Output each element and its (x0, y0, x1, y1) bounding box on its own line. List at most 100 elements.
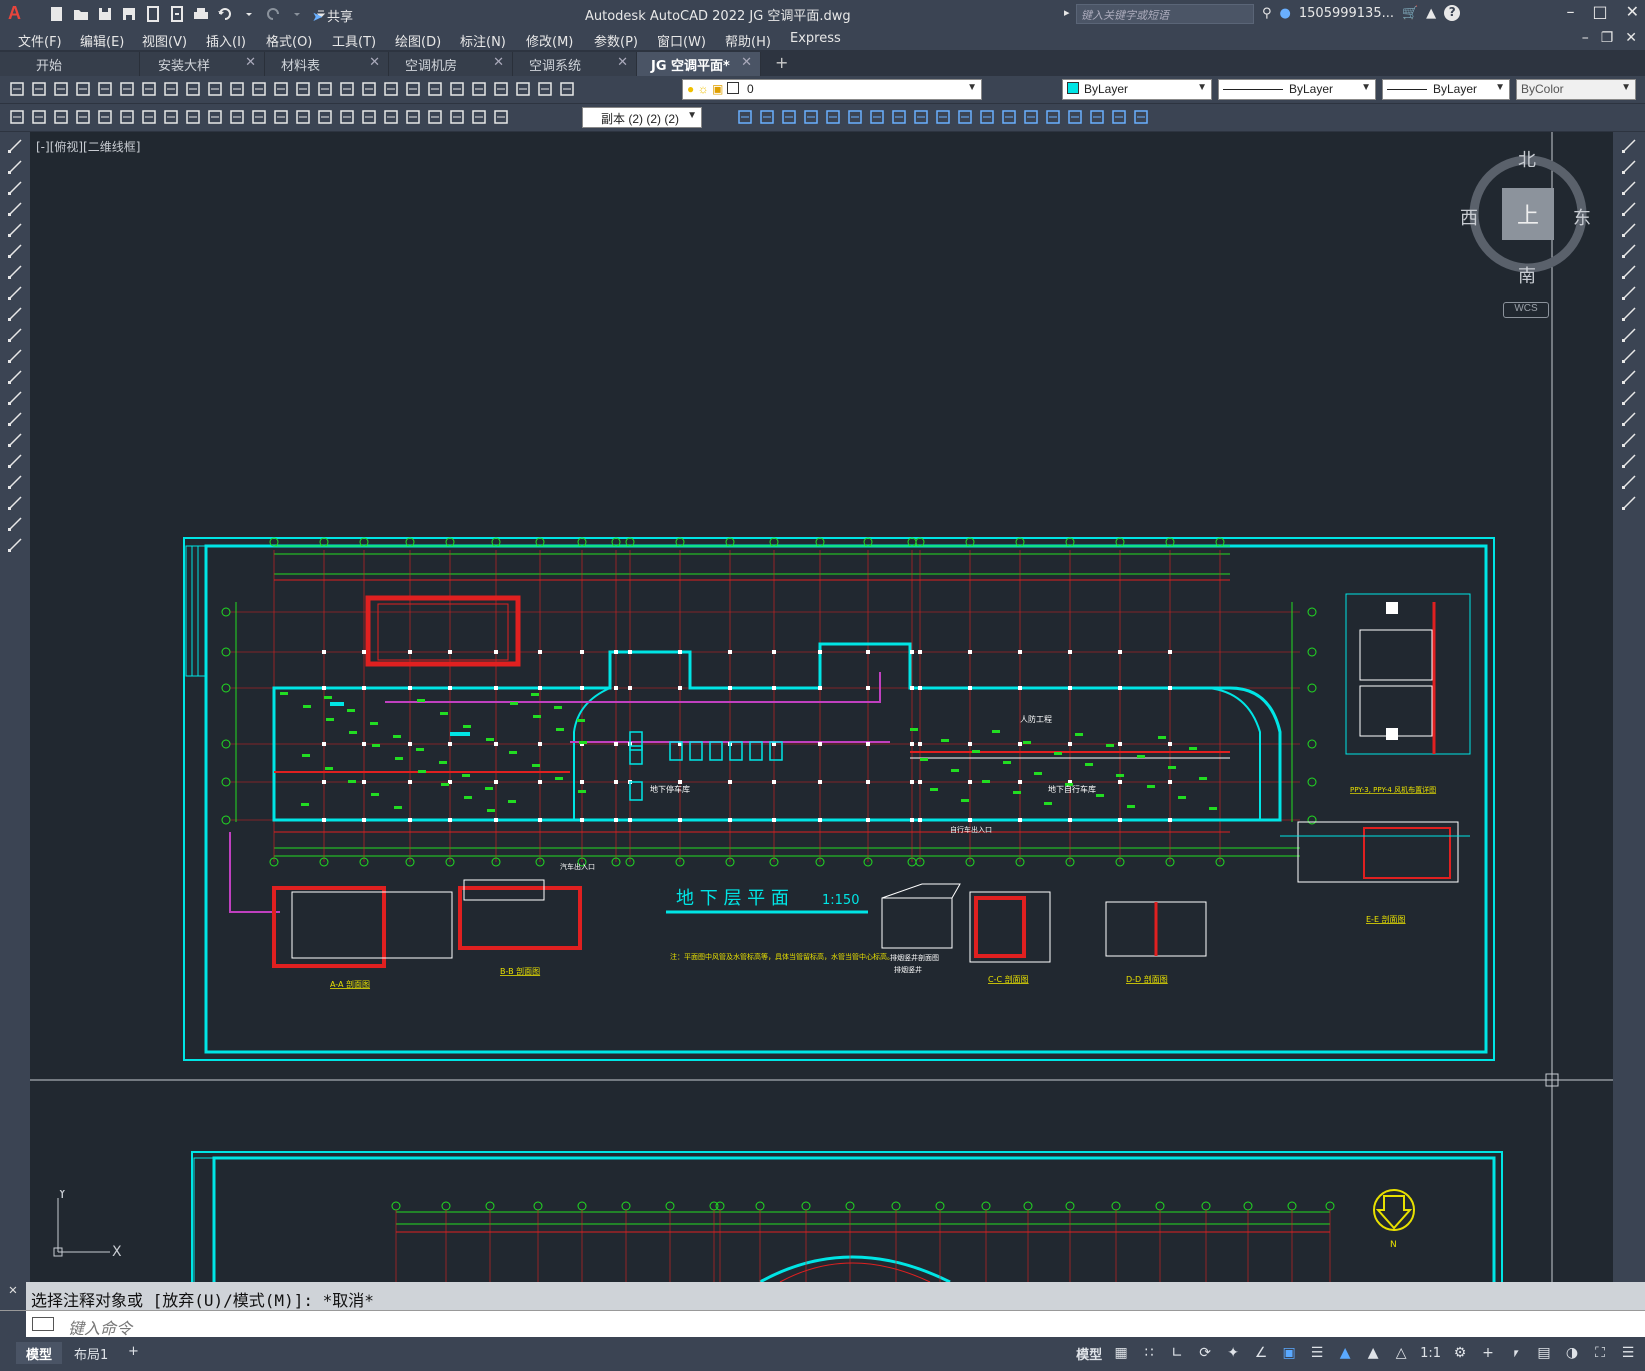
search-icon[interactable]: ⚲ (1262, 6, 1272, 21)
tab-install-detail[interactable]: 安装大样 ✕ (140, 52, 265, 76)
menu-help[interactable]: 帮助(H) (725, 31, 771, 50)
region-icon[interactable] (7, 474, 23, 490)
menu-format[interactable]: 格式(O) (266, 31, 312, 50)
close-tab-icon[interactable]: ✕ (493, 55, 504, 70)
close-icon[interactable]: ✕ (1626, 2, 1639, 21)
save-icon[interactable] (52, 80, 70, 98)
close-command-icon[interactable]: ✕ (0, 1282, 26, 1310)
explode-icon[interactable] (1044, 108, 1062, 126)
redo-icon[interactable] (264, 5, 282, 23)
redo-dropdown-icon[interactable] (288, 5, 306, 23)
isodraft-icon[interactable]: ✦ (1224, 1345, 1242, 1363)
jogged-dim-icon[interactable] (184, 108, 202, 126)
lineweight-icon[interactable]: ☰ (1308, 1345, 1326, 1363)
tab-ac-room[interactable]: 空调机房 ✕ (389, 52, 513, 76)
compass-north[interactable]: 北 (1518, 146, 1536, 172)
add-selected-icon[interactable] (7, 537, 23, 553)
gradient-icon[interactable] (7, 453, 23, 469)
layer-freeze-icon[interactable] (780, 108, 798, 126)
menu-edit[interactable]: 编辑(E) (80, 31, 124, 50)
tab-start[interactable]: 开始 (0, 52, 140, 76)
arc-dim-icon[interactable] (118, 108, 136, 126)
compass-east[interactable]: 东 (1573, 204, 1591, 230)
units-icon[interactable]: ⎖ (1507, 1345, 1525, 1363)
layer-properties-icon[interactable] (558, 80, 576, 98)
plotstyle-combo[interactable]: ByColor ▼ (1516, 79, 1636, 100)
gear-icon[interactable]: ⚙ (1451, 1345, 1469, 1363)
viewcube-top-face[interactable]: 上 (1502, 188, 1554, 240)
multiline-text-icon[interactable] (7, 516, 23, 532)
paste-icon[interactable] (206, 80, 224, 98)
tab-ac-plan[interactable]: JG 空调平面* ✕ (637, 52, 761, 76)
layer-unlock-icon[interactable] (824, 108, 842, 126)
make-block-icon[interactable] (7, 390, 23, 406)
wcs-menu[interactable]: WCS (1503, 302, 1549, 318)
ordinate-dim-icon[interactable] (140, 108, 158, 126)
customize-command-icon[interactable] (0, 1311, 26, 1338)
user-icon[interactable]: ● (1280, 6, 1291, 21)
chamfer-icon[interactable] (1621, 432, 1637, 448)
scale-icon[interactable] (1621, 285, 1637, 301)
user-name[interactable]: 1505999135... (1299, 6, 1394, 21)
dim-space-icon[interactable] (316, 108, 334, 126)
mirror-layer-icon[interactable] (1088, 108, 1106, 126)
doc-minimize-icon[interactable]: – (1582, 30, 1589, 46)
polyline-icon[interactable] (7, 180, 23, 196)
block-editor-icon[interactable] (250, 80, 268, 98)
doc-close-icon[interactable]: ✕ (1625, 30, 1637, 46)
join-icon[interactable] (1621, 411, 1637, 427)
stretch-icon[interactable] (1621, 306, 1637, 322)
drawing-viewport[interactable]: [-][俯视][二维线框] 地下停车库 地下自行车库 人防工程 汽车出入口 自行… (30, 132, 1613, 1282)
drawing-canvas[interactable]: 地下停车库 地下自行车库 人防工程 汽车出入口 自行车出入口 A-A 剖面图 B… (30, 132, 1613, 1282)
close-tab-icon[interactable]: ✕ (741, 55, 752, 70)
publish-icon[interactable] (118, 80, 136, 98)
erase-icon[interactable] (1621, 138, 1637, 154)
maximize-icon[interactable]: □ (1592, 2, 1607, 21)
fullscreen-icon[interactable]: ⛶ (1591, 1345, 1609, 1363)
design-center-icon[interactable] (426, 80, 444, 98)
markup-icon[interactable] (492, 80, 510, 98)
jogged-linear-icon[interactable] (426, 108, 444, 126)
plus-icon[interactable]: + (1479, 1345, 1497, 1363)
explode-icon[interactable] (1621, 495, 1637, 511)
layer-delete-icon[interactable] (868, 108, 886, 126)
mirror-icon[interactable] (1621, 180, 1637, 196)
layer-isolate-icon[interactable] (758, 108, 776, 126)
hatch-icon[interactable] (7, 432, 23, 448)
quick-properties-icon[interactable]: ▤ (1535, 1345, 1553, 1363)
point-icon[interactable] (7, 411, 23, 427)
command-prompt-icon[interactable] (32, 1317, 54, 1331)
tolerance-icon[interactable] (360, 108, 378, 126)
blend-curves-icon[interactable] (1621, 474, 1637, 490)
layer-on-icon[interactable] (956, 108, 974, 126)
share-button[interactable]: ➤ 共享 (312, 6, 353, 25)
menu-modify[interactable]: 修改(M) (526, 31, 573, 50)
dim-update-icon[interactable] (492, 108, 510, 126)
continue-dim-icon[interactable] (294, 108, 312, 126)
close-tab-icon[interactable]: ✕ (369, 55, 380, 70)
cart-icon[interactable]: 🛒 (1402, 6, 1418, 21)
zoom-window-icon[interactable] (360, 80, 378, 98)
menu-window[interactable]: 窗口(W) (657, 31, 706, 50)
lineweight-combo[interactable]: ByLayer ▼ (1382, 79, 1510, 100)
redo-icon[interactable] (294, 80, 312, 98)
doc-restore-icon[interactable]: ❐ (1601, 30, 1614, 46)
pan-icon[interactable] (316, 80, 334, 98)
dimstyle-combo[interactable]: 副本 (2) (2) (2) ▼ (582, 107, 702, 128)
break-at-point-icon[interactable] (1621, 369, 1637, 385)
arc-icon[interactable] (7, 243, 23, 259)
tool-palettes-icon[interactable] (448, 80, 466, 98)
new-file-icon[interactable] (48, 5, 66, 23)
undo-icon[interactable] (272, 80, 290, 98)
help-icon[interactable]: ? (1444, 5, 1461, 21)
app-logo[interactable]: A (8, 3, 21, 24)
menu-parameter[interactable]: 参数(P) (594, 31, 638, 50)
diameter-dim-icon[interactable] (206, 108, 224, 126)
fillet-icon[interactable] (1621, 453, 1637, 469)
layer-walk-icon[interactable] (890, 108, 908, 126)
autodesk-app-icon[interactable]: ▲ (1426, 6, 1436, 21)
help-icon[interactable] (536, 80, 554, 98)
save-icon[interactable] (96, 5, 114, 23)
layer-off-icon[interactable] (736, 108, 754, 126)
spline-icon[interactable] (7, 306, 23, 322)
